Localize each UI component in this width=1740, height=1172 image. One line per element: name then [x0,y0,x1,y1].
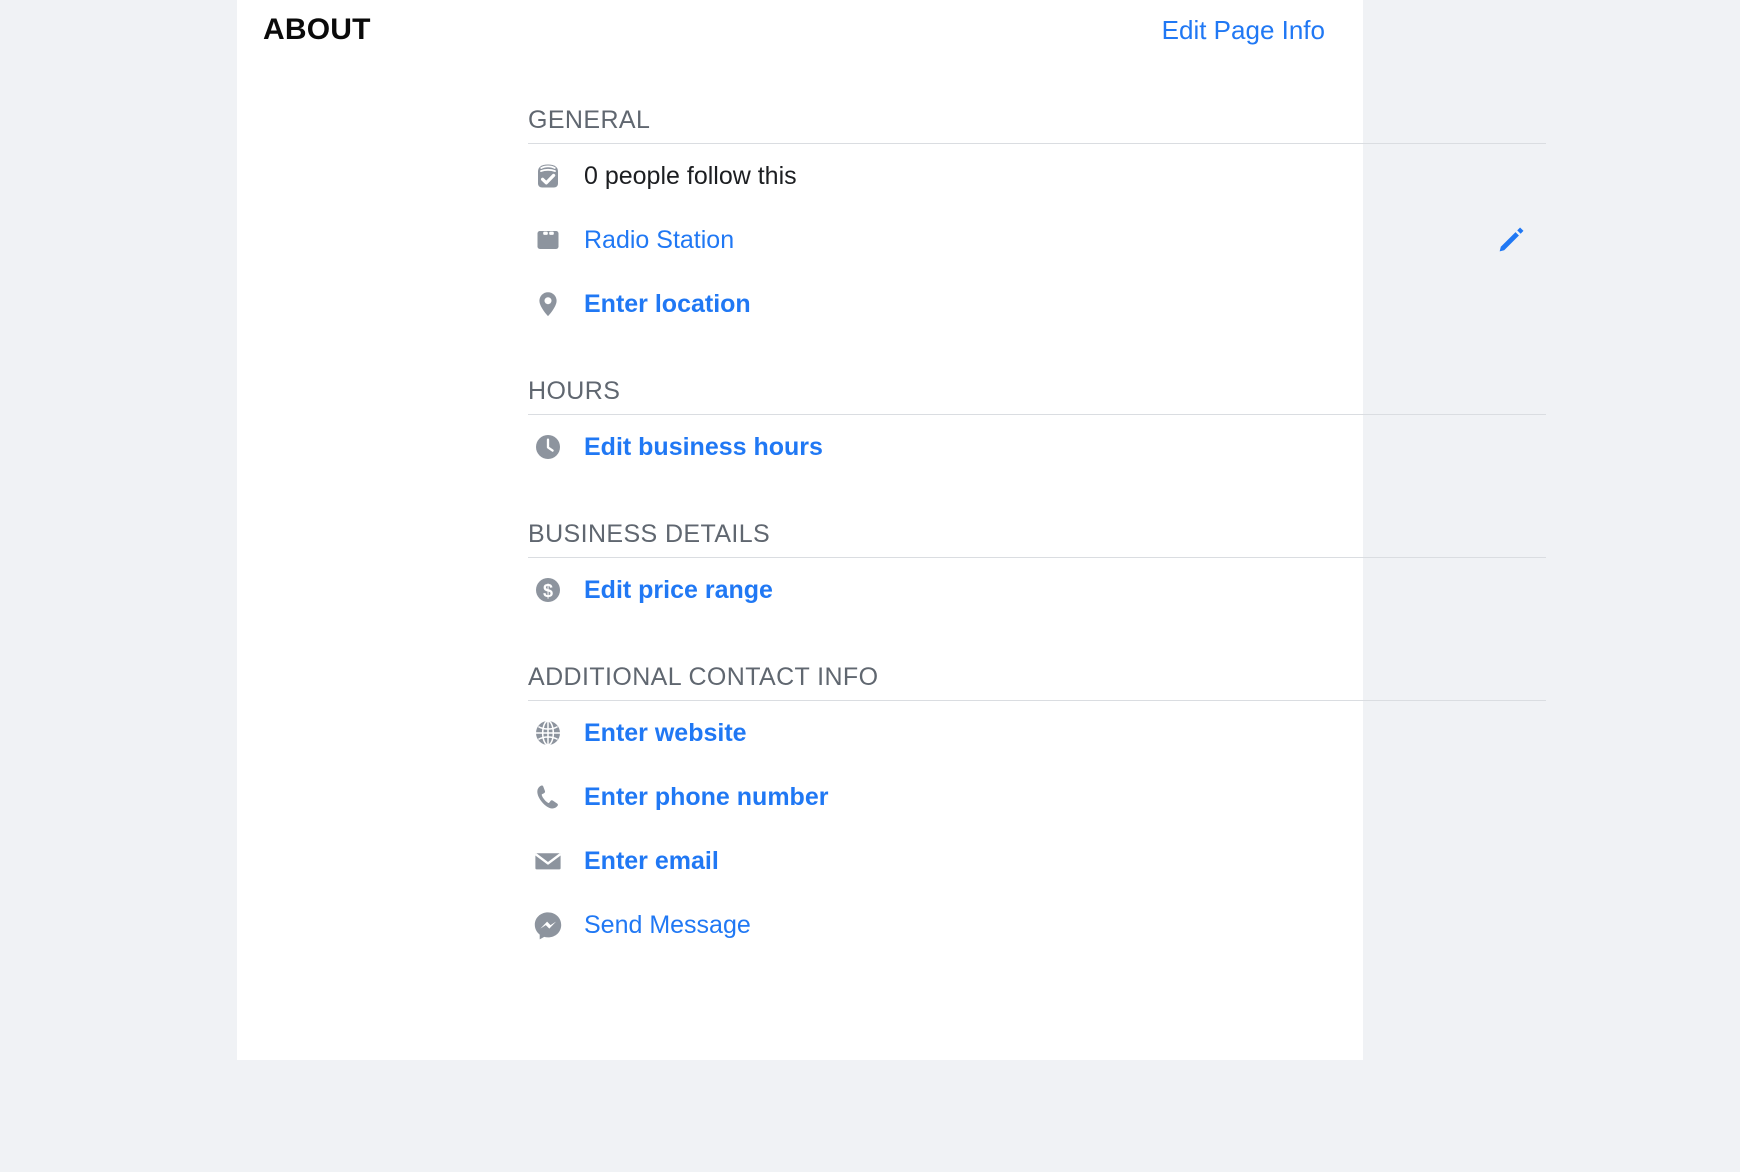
about-row-label[interactable]: Enter email [584,846,719,876]
phone-icon [528,777,568,817]
about-row-label: 0 people follow this [584,162,797,190]
globe-icon [528,713,568,753]
svg-text:$: $ [543,581,553,601]
section-title-additional-contact-info: ADDITIONAL CONTACT INFO [528,663,879,691]
page-root: ABOUT Edit Page Info GENERAL 0 people fol… [0,0,1740,1172]
location-pin-icon [528,284,568,324]
section-title-hours: HOURS [528,377,621,405]
about-row-label[interactable]: Enter location [584,289,751,319]
about-row[interactable]: $ Edit price range [528,558,1546,622]
about-sections: GENERAL 0 people follow this Radio Station… [528,105,1546,957]
section-hours: HOURS Edit business hours [528,376,1546,479]
section-general: GENERAL 0 people follow this Radio Station… [528,105,1546,336]
about-row[interactable]: Send Message [528,893,1546,957]
about-row-label[interactable]: Enter phone number [584,782,828,812]
about-row-label[interactable]: Enter website [584,718,747,748]
about-row[interactable]: Enter phone number [528,765,1546,829]
about-row-label[interactable]: Send Message [584,910,751,940]
about-card-header: ABOUT Edit Page Info [237,0,1363,62]
about-row[interactable]: Enter location [528,272,1546,336]
about-card: ABOUT Edit Page Info GENERAL 0 people fol… [237,0,1546,1060]
pencil-edit-icon[interactable] [1494,223,1528,257]
section-business-details: BUSINESS DETAILS $ Edit price range [528,519,1546,622]
clock-icon [528,427,568,467]
about-row-label[interactable]: Edit business hours [584,432,823,462]
messenger-icon [528,905,568,945]
page-title: ABOUT [263,13,371,46]
envelope-icon [528,841,568,881]
about-row: 0 people follow this [528,144,1546,208]
about-row-label[interactable]: Radio Station [584,225,734,255]
section-additional-contact-info: ADDITIONAL CONTACT INFO Enter website Ente… [528,662,1546,957]
briefcase-icon [528,220,568,260]
edit-page-info-link[interactable]: Edit Page Info [1162,17,1325,43]
about-row[interactable]: Edit business hours [528,415,1546,479]
section-title-general: GENERAL [528,106,651,134]
about-row[interactable]: Radio Station [528,208,1546,272]
about-row[interactable]: Enter website [528,701,1546,765]
follow-check-icon [528,156,568,196]
dollar-circle-icon: $ [528,570,568,610]
section-title-business-details: BUSINESS DETAILS [528,520,771,548]
about-row-label[interactable]: Edit price range [584,575,773,605]
about-row[interactable]: Enter email [528,829,1546,893]
